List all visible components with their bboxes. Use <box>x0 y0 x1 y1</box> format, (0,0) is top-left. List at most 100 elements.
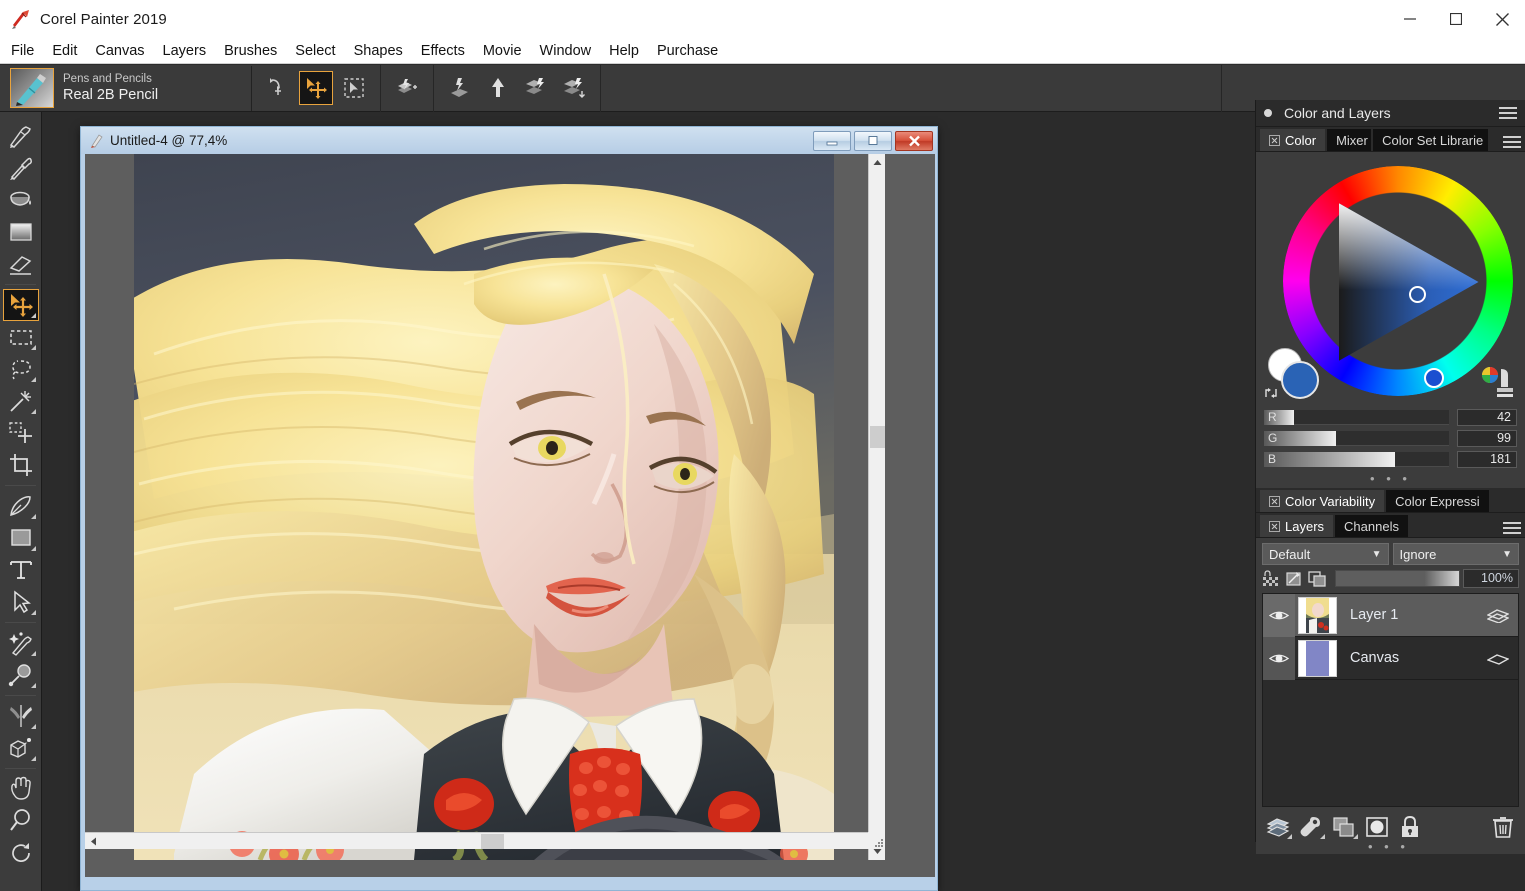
vertical-scroll-thumb[interactable] <box>870 426 885 448</box>
menu-item-file[interactable]: File <box>2 41 43 61</box>
foreground-color-swatch[interactable] <box>1280 361 1319 399</box>
saturation-value-marker[interactable] <box>1408 286 1426 303</box>
close-tab-icon[interactable] <box>1269 134 1280 146</box>
magnifier-tool-icon[interactable] <box>3 805 39 837</box>
cloner-tool-icon[interactable] <box>3 627 39 659</box>
magic-wand-tool-icon[interactable] <box>3 385 39 417</box>
pen-tool-icon[interactable] <box>3 490 39 522</box>
b-value[interactable]: 181 <box>1457 451 1517 468</box>
artwork-canvas[interactable] <box>134 154 834 860</box>
panel-menu-icon[interactable] <box>1499 104 1517 122</box>
tab-layers[interactable]: Layers <box>1260 515 1334 537</box>
maximize-icon[interactable] <box>1433 0 1479 38</box>
doc-close-icon[interactable] <box>895 130 933 151</box>
grabber-hand-tool-icon[interactable] <box>3 773 39 805</box>
menu-item-purchase[interactable]: Purchase <box>648 41 727 61</box>
close-tab-icon[interactable] <box>1269 520 1280 532</box>
divine-proportion-tool-icon[interactable] <box>3 659 39 691</box>
horizontal-scroll-thumb[interactable] <box>481 834 504 849</box>
eraser-tool-icon[interactable] <box>3 248 39 280</box>
layer-visibility-toggle[interactable] <box>1263 636 1295 680</box>
layer-opacity-value[interactable]: 100% <box>1463 569 1519 588</box>
new-layer-mask-icon[interactable] <box>1365 815 1389 839</box>
composite-method-select[interactable]: Default ▼ <box>1262 543 1389 565</box>
rotate-page-tool-icon[interactable] <box>3 837 39 869</box>
layer-opacity-slider[interactable] <box>1335 570 1460 587</box>
pick-up-underlying-color-icon[interactable] <box>1308 570 1328 588</box>
menu-item-select[interactable]: Select <box>286 41 344 61</box>
color-picker-stamp-icon[interactable] <box>1479 366 1515 400</box>
brush-selector[interactable]: Pens and Pencils Real 2B Pencil <box>0 65 252 111</box>
layer-properties-icon[interactable] <box>1487 607 1509 623</box>
menu-item-layers[interactable]: Layers <box>154 41 216 61</box>
minimize-icon[interactable] <box>1387 0 1433 38</box>
close-icon[interactable] <box>1479 0 1525 38</box>
layers-panel-expander[interactable]: • • • <box>1256 839 1525 854</box>
table-row[interactable]: Layer 1 <box>1263 593 1518 637</box>
tab-color[interactable]: Color <box>1260 129 1326 151</box>
swap-colors-icon[interactable] <box>1264 386 1278 400</box>
gradient-tool-icon[interactable] <box>3 216 39 248</box>
text-tool-icon[interactable] <box>3 554 39 586</box>
delete-layer-icon[interactable] <box>1491 815 1515 839</box>
menu-item-canvas[interactable]: Canvas <box>86 41 153 61</box>
g-slider-track[interactable]: G <box>1264 431 1449 446</box>
layer-visibility-toggle[interactable] <box>1263 593 1295 637</box>
preserve-transparency-icon[interactable] <box>1285 570 1305 588</box>
paint-bucket-tool-icon[interactable] <box>3 184 39 216</box>
hue-marker[interactable] <box>1423 368 1444 388</box>
drop-layer-icon[interactable] <box>443 71 477 105</box>
selection-adjuster-icon[interactable] <box>337 71 371 105</box>
scroll-left-icon[interactable] <box>85 833 102 850</box>
tab-channels[interactable]: Channels <box>1335 515 1408 537</box>
layers-panel-menu-icon[interactable] <box>1503 519 1521 537</box>
canvas-properties-icon[interactable] <box>1487 650 1509 666</box>
doc-minimize-icon[interactable] <box>813 130 851 151</box>
brush-tool-icon[interactable] <box>3 120 39 152</box>
menu-item-help[interactable]: Help <box>600 41 648 61</box>
composite-depth-select[interactable]: Ignore ▼ <box>1392 543 1519 565</box>
tab-color-set-libraries[interactable]: Color Set Librarie <box>1373 129 1489 151</box>
tab-mixer[interactable]: Mixer <box>1327 129 1372 151</box>
selection-adjuster-tool-icon[interactable] <box>3 417 39 449</box>
menu-item-edit[interactable]: Edit <box>43 41 86 61</box>
layer-adjuster-icon[interactable] <box>299 71 333 105</box>
lock-layer-icon[interactable] <box>1398 815 1422 839</box>
document-title-bar[interactable]: Untitled-4 @ 77,4% <box>81 127 937 154</box>
canvas-area[interactable] <box>85 154 885 860</box>
menu-item-movie[interactable]: Movie <box>474 41 531 61</box>
canvas-horizontal-scrollbar[interactable] <box>85 832 885 849</box>
lasso-tool-icon[interactable] <box>3 353 39 385</box>
dynamic-plugins-icon[interactable] <box>1299 815 1325 839</box>
lift-layer-icon[interactable] <box>481 71 515 105</box>
rectangular-selection-tool-icon[interactable] <box>3 321 39 353</box>
color-panel-expander[interactable]: • • • <box>1264 471 1517 488</box>
collapse-layers-icon[interactable] <box>557 71 591 105</box>
r-value[interactable]: 42 <box>1457 409 1517 426</box>
new-layer-icon[interactable] <box>1266 815 1292 839</box>
resize-grip[interactable] <box>868 832 885 849</box>
color-panel-menu-icon[interactable] <box>1503 133 1521 151</box>
close-tab-icon[interactable] <box>1269 495 1280 507</box>
layer-adjuster-tool-icon[interactable] <box>3 289 39 321</box>
b-slider-track[interactable]: B <box>1264 452 1449 467</box>
group-layers-icon[interactable] <box>519 71 553 105</box>
table-row[interactable]: Canvas <box>1263 636 1518 680</box>
menu-item-shapes[interactable]: Shapes <box>345 41 412 61</box>
perspective-guide-tool-icon[interactable] <box>3 732 39 764</box>
menu-item-effects[interactable]: Effects <box>412 41 474 61</box>
dropper-tool-icon[interactable] <box>3 152 39 184</box>
canvas-vertical-scrollbar[interactable] <box>868 154 885 860</box>
g-value[interactable]: 99 <box>1457 430 1517 447</box>
scroll-up-icon[interactable] <box>869 154 885 171</box>
shape-tool-icon[interactable] <box>3 522 39 554</box>
shape-selection-tool-icon[interactable] <box>3 586 39 618</box>
free-transform-icon[interactable] <box>261 71 295 105</box>
mirror-painting-tool-icon[interactable] <box>3 700 39 732</box>
menu-item-window[interactable]: Window <box>531 41 601 61</box>
menu-item-brushes[interactable]: Brushes <box>215 41 286 61</box>
doc-restore-icon[interactable] <box>854 130 892 151</box>
crop-tool-icon[interactable] <box>3 449 39 481</box>
add-layer-mask-icon[interactable] <box>390 71 424 105</box>
tab-color-variability[interactable]: Color Variability <box>1260 490 1385 512</box>
